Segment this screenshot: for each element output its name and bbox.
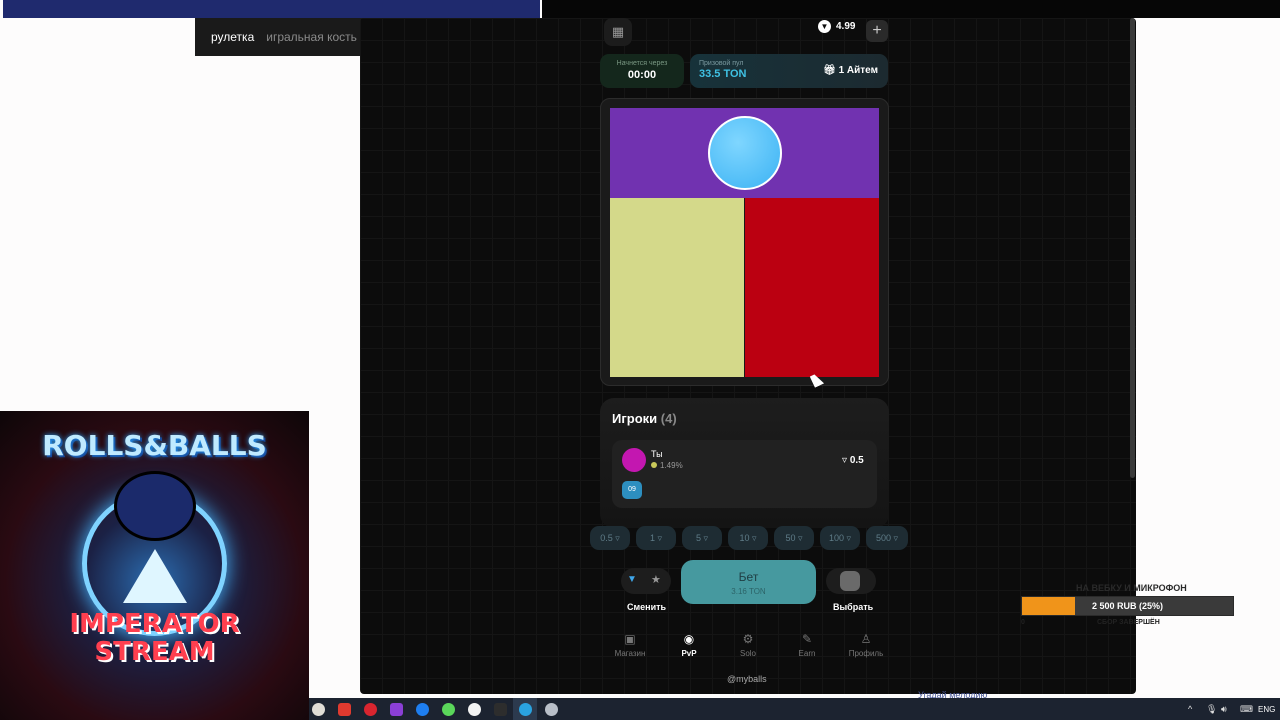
pick-label: Выбрать xyxy=(833,602,874,612)
nav-earn[interactable]: ✎ Earn xyxy=(782,632,832,658)
chance-dot-icon xyxy=(651,462,657,468)
pvp-icon: ◉ xyxy=(683,632,695,646)
bet-chip-value: 10 xyxy=(739,533,750,543)
top-blue-strip xyxy=(3,0,540,18)
donation-amount: 2 500 RUB (25%) xyxy=(1091,601,1164,611)
gear-icon: ⚙ xyxy=(742,632,754,646)
app-handle: @myballs xyxy=(727,674,767,684)
notion-icon[interactable] xyxy=(494,703,507,716)
bet-chip-value: 50 xyxy=(785,533,796,543)
calendar-button[interactable]: ▦ xyxy=(604,18,632,46)
add-balance-button[interactable]: + xyxy=(866,20,888,42)
bet-chip-value: 5 xyxy=(695,533,701,543)
countdown-value: 00:00 xyxy=(627,69,657,81)
opera-icon[interactable] xyxy=(364,703,377,716)
earn-icon: ✎ xyxy=(801,632,813,646)
prize-items: 🎁︎ 1 Айтем xyxy=(823,65,878,76)
countdown-label: Начнется через xyxy=(616,60,668,67)
ton-icon: ▼ xyxy=(627,574,637,585)
gift-icon: 🎁︎ xyxy=(823,65,836,76)
donation-title: НА ВЕБКУ И МИКРОФОН xyxy=(1076,583,1187,593)
players-title: Игроки (4) xyxy=(612,411,677,426)
swap-label: Сменить xyxy=(627,602,667,612)
nav-solo[interactable]: ⚙ Solo xyxy=(723,632,773,658)
bet-chip[interactable]: 0.5 ▿ xyxy=(590,526,630,550)
bet-chip[interactable]: 500 ▿ xyxy=(866,526,908,550)
calendar-icon: ▦ xyxy=(611,24,625,39)
check-icon[interactable] xyxy=(416,703,429,716)
yandex-icon[interactable] xyxy=(338,703,351,716)
bet-chip-value: 0.5 xyxy=(600,533,613,543)
bet-button[interactable]: Бет 3.16 TON xyxy=(681,560,816,604)
item-icon xyxy=(840,571,860,591)
bet-chip[interactable]: 100 ▿ xyxy=(820,526,860,550)
balance-value: 4.99 xyxy=(836,21,856,32)
nav-earn-label: Earn xyxy=(798,649,816,658)
star-icon[interactable]: ★ xyxy=(651,573,661,586)
nav-profile-label: Профиль xyxy=(848,649,884,658)
nav-pvp-label: PvP xyxy=(681,649,697,658)
bet-chip-value: 1 xyxy=(649,533,655,543)
donation-progress: 2 500 RUB (25%) xyxy=(1021,596,1234,616)
top-dark-strip xyxy=(542,0,1280,18)
triangle-icon xyxy=(123,549,187,603)
balance-display: ▼ 4.99 xyxy=(818,20,855,33)
bet-chips: 0.5 ▿ 1 ▿ 5 ▿ 10 ▿ 50 ▿ 100 ▿ 500 ▿ xyxy=(590,526,908,550)
bet-chip[interactable]: 5 ▿ xyxy=(682,526,722,550)
logo-bottom-text-2: STREAM xyxy=(94,637,215,667)
players-title-text: Игроки xyxy=(612,411,658,426)
bet-chip[interactable]: 1 ▿ xyxy=(636,526,676,550)
profile-icon: ♙ xyxy=(860,632,872,646)
player-item-badge: 09 xyxy=(622,481,642,499)
tab-roulette[interactable]: рулетка xyxy=(211,30,254,44)
bet-chip-value: 500 xyxy=(875,533,891,543)
donation-min: 0 xyxy=(1021,619,1025,626)
board-segment-red xyxy=(745,198,879,377)
player-name: Ты xyxy=(651,449,663,459)
browser-icon[interactable] xyxy=(442,703,455,716)
prize-items-count: 1 Айтем xyxy=(838,65,878,76)
ton-icon: ▼ xyxy=(818,20,831,33)
chrome-icon[interactable] xyxy=(312,703,325,716)
bet-button-label: Бет xyxy=(738,570,759,584)
scrollbar[interactable] xyxy=(1130,18,1135,478)
clock-icon[interactable] xyxy=(545,703,558,716)
stream-logo: ROLLS&BALLS IMPERATOR STREAM xyxy=(0,411,309,720)
shop-icon: ▣ xyxy=(624,632,636,646)
bet-chip[interactable]: 50 ▿ xyxy=(774,526,814,550)
bear-mascot-icon xyxy=(114,471,196,541)
nav-pvp[interactable]: ◉ PvP xyxy=(664,632,714,658)
players-count: (4) xyxy=(660,411,677,426)
tab-dice[interactable]: игральная кость xyxy=(266,30,357,44)
logo-top-text: ROLLS&BALLS xyxy=(42,429,267,462)
bet-button-amount: 3.16 TON xyxy=(731,587,766,596)
player-chance-value: 1.49% xyxy=(660,461,683,470)
nav-solo-label: Solo xyxy=(739,649,756,658)
board-segment-yellow xyxy=(610,198,744,377)
microphone-icon[interactable]: 🎙︎ xyxy=(1206,704,1217,715)
nav-profile[interactable]: ♙ Профиль xyxy=(841,632,891,658)
browser-tab-strip: рулетка игральная кость xyxy=(195,18,365,56)
nav-shop[interactable]: ▣ Магазин xyxy=(605,632,655,658)
game-ball xyxy=(708,116,782,190)
player-bet-value: 0.5 xyxy=(849,455,864,466)
donation-status: СБОР ЗАВЕРШЁН xyxy=(1097,619,1160,626)
tray-chevron-icon[interactable]: ^ xyxy=(1188,704,1192,714)
ton-icon: ▿ xyxy=(842,455,848,466)
bet-chip-value: 100 xyxy=(828,533,844,543)
prize-pool-card[interactable]: Призовой пул 33.5 TON 🎁︎ 1 Айтем xyxy=(690,54,888,88)
logo-bottom-text-1: IMPERATOR xyxy=(69,609,240,639)
player-avatar xyxy=(622,448,646,472)
countdown-card: Начнется через 00:00 xyxy=(600,54,684,88)
language-indicator[interactable]: ENG xyxy=(1258,705,1275,714)
keyboard-icon[interactable]: ⌨ xyxy=(1240,704,1253,715)
volume-icon[interactable]: 🔊︎ xyxy=(1221,704,1227,715)
nav-shop-label: Магазин xyxy=(614,649,646,658)
player-bet: ▿ 0.5 xyxy=(842,455,864,466)
telegram-icon[interactable] xyxy=(519,703,532,716)
yandex-browser-icon[interactable] xyxy=(468,703,481,716)
bet-chip[interactable]: 10 ▿ xyxy=(728,526,768,550)
app-icon[interactable] xyxy=(390,703,403,716)
player-chance: 1.49% xyxy=(651,461,683,470)
